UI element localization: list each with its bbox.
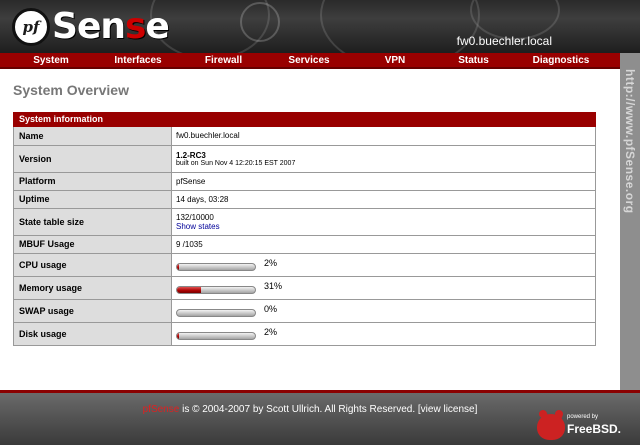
table-row: Name fw0.buechler.local	[13, 127, 596, 146]
table-row: CPU usage 2%	[13, 253, 596, 277]
nav-firewall[interactable]: Firewall	[174, 53, 273, 67]
sidebar-url[interactable]: http://www.pfSense.org	[623, 69, 637, 214]
swap-usage-meter: 0%	[176, 303, 595, 317]
table-row: Disk usage 2%	[13, 322, 596, 346]
logo-pf-circle: pf	[12, 8, 50, 46]
copyright-body: is © 2004-2007 by Scott Ullrich. All Rig…	[179, 404, 418, 415]
table-row: Platform pfSense	[13, 172, 596, 191]
row-label: Uptime	[13, 190, 172, 209]
row-label: CPU usage	[13, 253, 172, 277]
version-cell: 1.2-RC3 built on Sun Nov 4 12:20:15 EST …	[171, 145, 596, 173]
pfsense-logo[interactable]: pf Sense	[12, 6, 170, 48]
page-title: System Overview	[13, 82, 129, 98]
copyright-text: pfSense is © 2004-2007 by Scott Ullrich.…	[0, 404, 620, 415]
nav-interfaces[interactable]: Interfaces	[102, 53, 174, 67]
sidebar-strip: http://www.pfSense.org	[620, 53, 640, 390]
cpu-usage-bar	[176, 262, 256, 271]
uptime-value: 14 days, 03:28	[171, 190, 596, 209]
hostname-label: fw0.buechler.local	[456, 34, 552, 48]
cpu-usage-fill	[177, 263, 179, 270]
mbuf-value: 9 /1035	[171, 235, 596, 254]
footer: pfSense is © 2004-2007 by Scott Ullrich.…	[0, 390, 640, 445]
background-cell-graphic	[240, 2, 280, 42]
panel-header: System information	[13, 112, 596, 127]
hostname-value: fw0.buechler.local	[171, 127, 596, 146]
table-row: Uptime 14 days, 03:28	[13, 190, 596, 209]
row-label: SWAP usage	[13, 299, 172, 323]
table-row: Memory usage 31%	[13, 276, 596, 300]
nav-services[interactable]: Services	[273, 53, 345, 67]
table-row: SWAP usage 0%	[13, 299, 596, 323]
state-table-cell: 132/10000 Show states	[171, 208, 596, 236]
row-label: MBUF Usage	[13, 235, 172, 254]
disk-usage-percent: 2%	[264, 326, 278, 337]
platform-value: pfSense	[171, 172, 596, 191]
system-info-panel: System information Name fw0.buechler.loc…	[13, 112, 596, 346]
swap-usage-bar	[176, 308, 256, 317]
row-label: Name	[13, 127, 172, 146]
footer-brand: pfSense	[142, 404, 180, 415]
row-label: Disk usage	[13, 322, 172, 346]
show-states-link[interactable]: Show states	[176, 222, 220, 231]
disk-usage-bar	[176, 331, 256, 340]
row-label: State table size	[13, 208, 172, 236]
state-table-value: 132/10000	[176, 212, 214, 222]
table-row: State table size 132/10000 Show states	[13, 208, 596, 236]
header-banner: pf Sense fw0.buechler.local	[0, 0, 640, 53]
memory-usage-meter: 31%	[176, 280, 595, 294]
main-nav: System Interfaces Firewall Services VPN …	[0, 53, 620, 69]
table-row: MBUF Usage 9 /1035	[13, 235, 596, 254]
nav-system[interactable]: System	[0, 53, 102, 67]
memory-usage-percent: 31%	[264, 280, 283, 291]
nav-diagnostics[interactable]: Diagnostics	[502, 53, 620, 67]
freebsd-badge[interactable]: powered by FreeBSD.	[537, 410, 637, 445]
memory-usage-bar	[176, 285, 256, 294]
powered-by-label: powered by	[567, 414, 599, 420]
table-row: Version 1.2-RC3 built on Sun Nov 4 12:20…	[13, 145, 596, 173]
swap-usage-percent: 0%	[264, 303, 278, 314]
system-info-table: Name fw0.buechler.local Version 1.2-RC3 …	[13, 127, 596, 346]
freebsd-name: FreeBSD.	[567, 422, 622, 436]
view-license-link[interactable]: [view license]	[418, 404, 477, 415]
nav-status[interactable]: Status	[445, 53, 502, 67]
disk-usage-meter: 2%	[176, 326, 595, 340]
cpu-usage-percent: 2%	[264, 257, 278, 268]
row-label: Version	[13, 145, 172, 173]
nav-vpn[interactable]: VPN	[345, 53, 445, 67]
bsd-daemon-icon	[537, 414, 565, 440]
cpu-usage-meter: 2%	[176, 257, 595, 271]
disk-usage-fill	[177, 332, 179, 339]
build-date: built on Sun Nov 4 12:20:15 EST 2007	[176, 159, 296, 167]
version-value: 1.2-RC3	[176, 150, 206, 160]
row-label: Platform	[13, 172, 172, 191]
logo-wordmark: Sense	[52, 6, 170, 47]
row-label: Memory usage	[13, 276, 172, 300]
memory-usage-fill	[177, 286, 202, 293]
